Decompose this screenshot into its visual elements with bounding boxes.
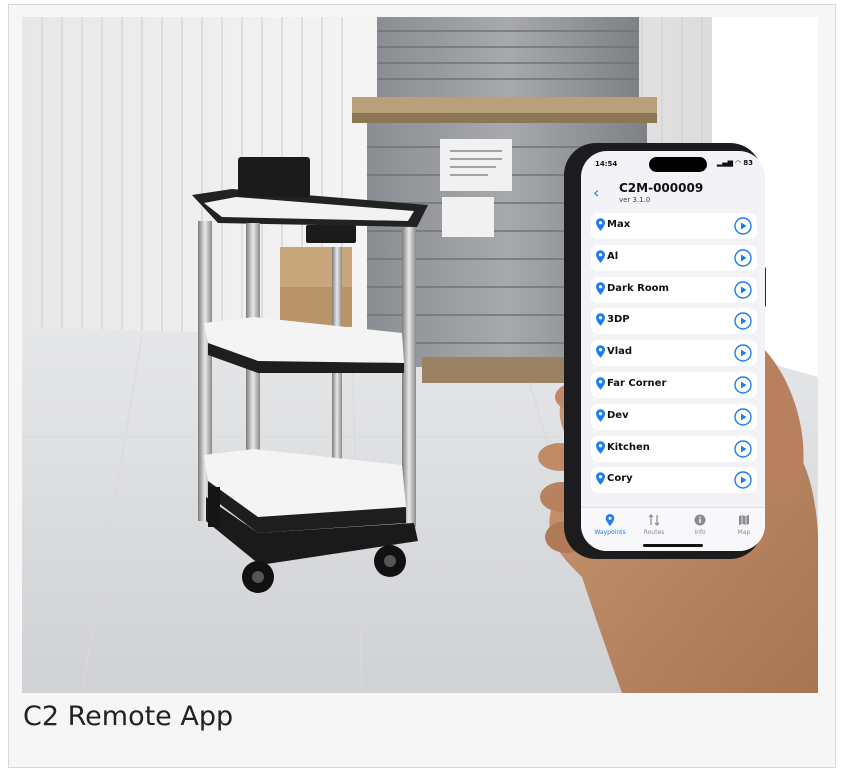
waypoint-label: Vlad	[607, 346, 633, 358]
waypoint-row[interactable]: Max	[591, 213, 757, 239]
tab-info[interactable]: Info	[677, 514, 723, 536]
location-pin-icon	[596, 377, 605, 390]
play-button-icon[interactable]	[734, 249, 752, 267]
location-pin-icon	[596, 408, 605, 422]
waypoint-row[interactable]: Cory	[591, 467, 757, 494]
dynamic-island	[649, 157, 707, 172]
tab-label: Waypoints	[594, 529, 626, 536]
location-pin-icon	[596, 472, 605, 486]
play-button-icon[interactable]	[734, 376, 752, 394]
tab-label: Map	[737, 529, 751, 536]
figure-frame: 14:54 ▂▄▆ ◠ 83 ‹ C2M-000009 ver 3.1.0 Ma…	[8, 4, 836, 768]
tab-label: Routes	[643, 529, 665, 536]
location-pin-icon	[596, 249, 605, 263]
tab-waypoints[interactable]: Waypoints	[587, 514, 633, 536]
location-pin-icon	[605, 514, 615, 526]
waypoint-row[interactable]: Kitchen	[591, 435, 757, 462]
status-time: 14:54	[595, 160, 618, 168]
back-chevron-icon[interactable]: ‹	[593, 183, 599, 202]
play-button-icon[interactable]	[734, 217, 752, 235]
map-icon	[739, 515, 749, 525]
shipping-label	[440, 139, 512, 191]
product-photo: 14:54 ▂▄▆ ◠ 83 ‹ C2M-000009 ver 3.1.0 Ma…	[22, 17, 818, 693]
waypoint-label: Dev	[607, 409, 629, 421]
waypoint-label: Dark Room	[607, 282, 669, 294]
waypoint-row[interactable]: Dev	[591, 403, 757, 430]
tab-routes[interactable]: Routes	[631, 514, 677, 536]
waypoint-label: Max	[607, 219, 631, 230]
location-pin-icon	[596, 313, 605, 327]
waypoint-label: Kitchen	[607, 441, 650, 453]
nav-header: ‹ C2M-000009 ver 3.1.0	[581, 181, 765, 211]
waypoint-label: 3DP	[607, 314, 630, 326]
location-pin-icon	[596, 440, 605, 454]
phone-screen: 14:54 ▂▄▆ ◠ 83 ‹ C2M-000009 ver 3.1.0 Ma…	[581, 151, 765, 551]
play-button-icon[interactable]	[734, 408, 752, 426]
location-pin-icon	[596, 218, 605, 231]
status-signal-icon: ▂▄▆ ◠ 83	[716, 159, 753, 167]
play-button-icon[interactable]	[734, 312, 752, 331]
app-version: ver 3.1.0	[619, 196, 651, 204]
cart-screen	[238, 157, 310, 197]
routes-icon	[648, 514, 660, 526]
play-button-icon[interactable]	[734, 471, 752, 490]
play-button-icon[interactable]	[734, 439, 752, 458]
location-pin-icon	[596, 281, 605, 295]
waypoint-label: Far Corner	[607, 377, 667, 389]
device-name: C2M-000009	[619, 181, 704, 195]
waypoint-row[interactable]: Far Corner	[591, 371, 757, 398]
waypoint-label: Al	[607, 250, 619, 262]
figure-caption: C2 Remote App	[23, 701, 234, 732]
tab-map[interactable]: Map	[721, 514, 765, 536]
battery-level: 83	[743, 159, 753, 167]
waypoint-row[interactable]: Dark Room	[591, 276, 757, 303]
waypoint-label: Cory	[607, 473, 633, 485]
home-indicator	[643, 544, 703, 547]
waypoint-row[interactable]: 3DP	[591, 308, 757, 335]
waypoint-row[interactable]: Vlad	[591, 340, 757, 367]
play-button-icon[interactable]	[734, 280, 752, 299]
tab-label: Info	[694, 529, 706, 536]
waypoint-list: Max Al Dark Room 3DP Vlad Far Corner Dev…	[591, 213, 757, 499]
tab-bar: Waypoints Routes Info Map	[581, 507, 765, 551]
location-pin-icon	[596, 345, 605, 358]
info-icon	[694, 514, 706, 526]
waypoint-row[interactable]: Al	[591, 244, 757, 271]
play-button-icon[interactable]	[734, 344, 752, 362]
